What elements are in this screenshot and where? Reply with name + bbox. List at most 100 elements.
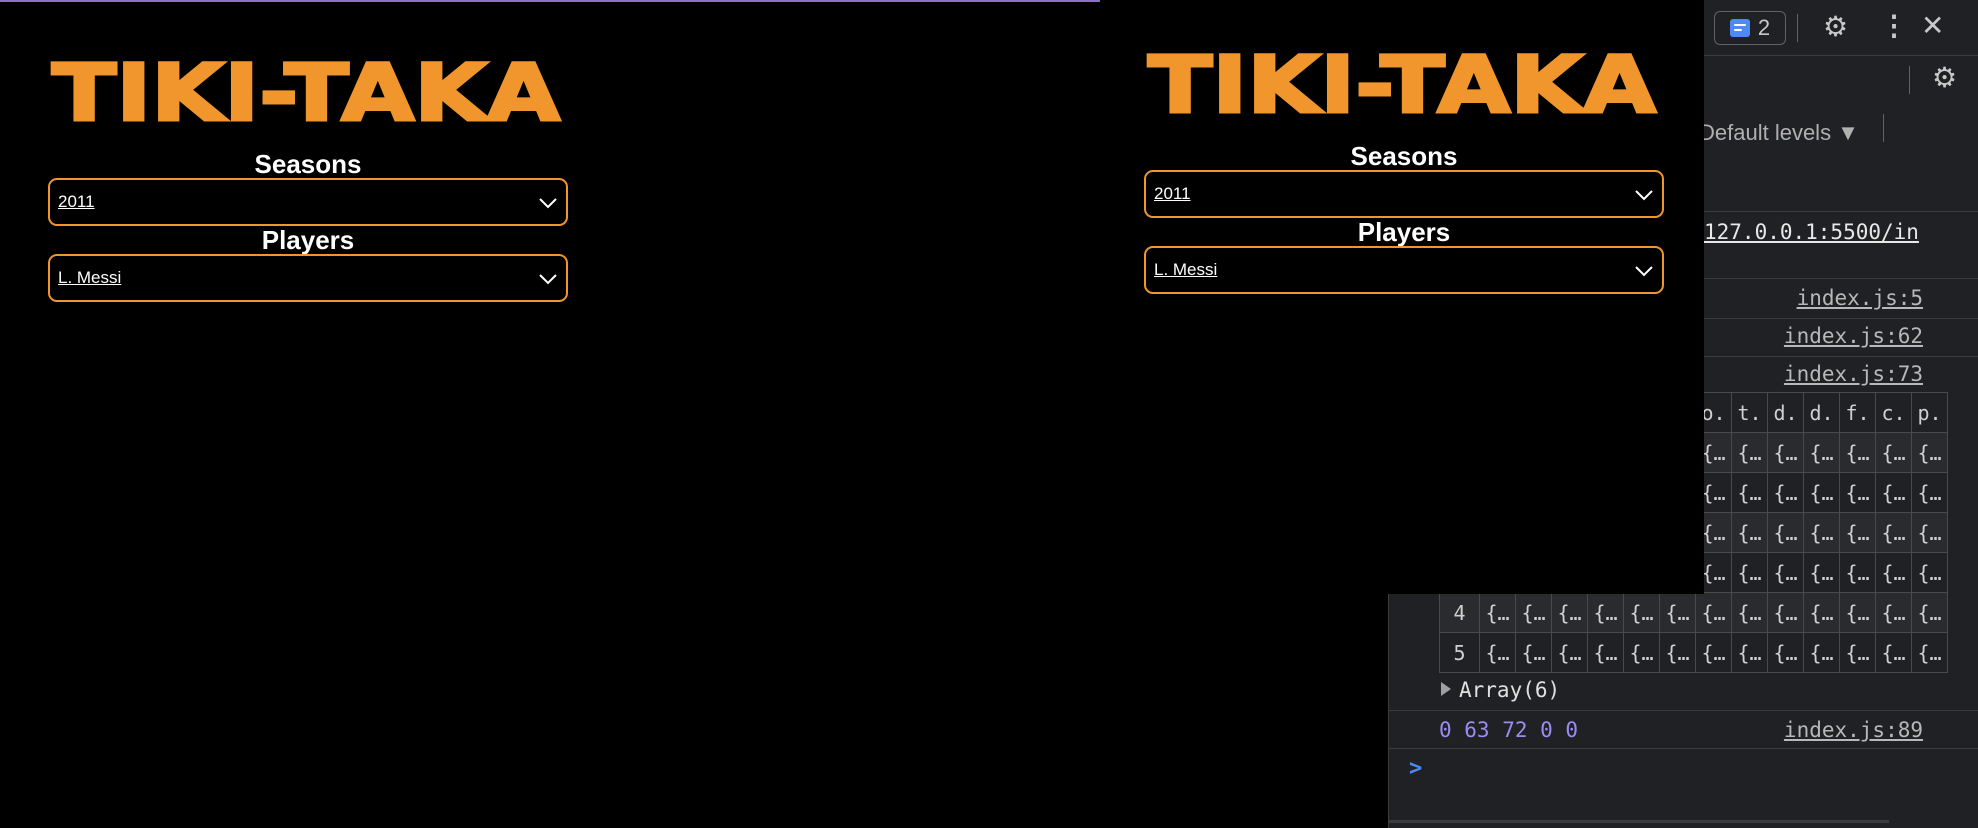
source-link[interactable]: index.js:62 xyxy=(1784,324,1923,348)
console-prompt-input[interactable]: > xyxy=(1409,756,1422,781)
console-row-divider xyxy=(1389,748,1978,749)
table-header: t. xyxy=(1731,392,1768,433)
player-select-value: L. Messi xyxy=(1154,260,1218,279)
log-levels-dropdown[interactable]: Default levels ▼ xyxy=(1699,120,1859,146)
table-cell: {… xyxy=(1875,552,1912,593)
table-cell: {… xyxy=(1839,552,1876,593)
console-url-link[interactable]: 127.0.0.1:5500/in xyxy=(1704,220,1919,244)
browser-top-accent-line xyxy=(0,0,1104,2)
table-cell: {… xyxy=(1803,552,1840,593)
table-header: d. xyxy=(1803,392,1840,433)
table-cell: {… xyxy=(1875,592,1912,633)
source-link[interactable]: index.js:89 xyxy=(1784,718,1923,742)
source-link[interactable]: index.js:73 xyxy=(1784,362,1923,386)
table-row: 4 {… {… {… {… {… {… {… {… {… {… {… {… {… xyxy=(1439,592,1948,633)
table-cell: {… xyxy=(1875,512,1912,553)
table-cell: {… xyxy=(1911,512,1948,553)
table-cell: {… xyxy=(1479,632,1516,673)
table-cell: {… xyxy=(1659,592,1696,633)
table-cell: {… xyxy=(1839,472,1876,513)
message-count: 2 xyxy=(1757,15,1771,40)
table-cell: {… xyxy=(1731,432,1768,473)
settings-gear-icon[interactable]: ⚙ xyxy=(1823,13,1848,41)
table-cell: {… xyxy=(1767,512,1804,553)
table-cell: {… xyxy=(1623,592,1660,633)
messages-badge-button[interactable]: 2 xyxy=(1714,11,1786,45)
logged-numbers: 0 63 72 0 0 xyxy=(1439,718,1579,742)
row-index: 4 xyxy=(1439,592,1480,633)
app-panel-left: TIKI-TAKA TIKI-TAKA Seasons 2011 Players… xyxy=(48,48,568,302)
array-toggle[interactable]: Array(6) xyxy=(1441,678,1560,702)
seasons-label: Seasons xyxy=(1350,141,1458,171)
svg-text:TIKI-TAKA: TIKI-TAKA xyxy=(1148,41,1656,124)
table-cell: {… xyxy=(1839,512,1876,553)
console-settings-gear-icon[interactable]: ⚙ xyxy=(1932,64,1957,92)
table-cell: {… xyxy=(1803,632,1840,673)
table-cell: {… xyxy=(1875,472,1912,513)
row-index: 5 xyxy=(1439,632,1480,673)
table-cell: {… xyxy=(1875,632,1912,673)
table-cell: {… xyxy=(1731,592,1768,633)
chevron-down-icon xyxy=(1635,266,1653,277)
table-cell: {… xyxy=(1839,632,1876,673)
player-select[interactable]: L. Messi xyxy=(1144,246,1664,294)
table-cell: {… xyxy=(1803,432,1840,473)
table-cell: {… xyxy=(1911,552,1948,593)
message-icon xyxy=(1729,19,1750,37)
tiki-taka-logo: TIKI-TAKA TIKI-TAKA xyxy=(1147,40,1665,124)
table-cell: {… xyxy=(1839,432,1876,473)
chevron-down-icon xyxy=(539,198,557,209)
chevron-down-icon xyxy=(1635,190,1653,201)
toolbar-divider xyxy=(1797,14,1798,42)
table-cell: {… xyxy=(1911,472,1948,513)
season-select[interactable]: 2011 xyxy=(48,178,568,226)
table-cell: {… xyxy=(1911,632,1948,673)
table-cell: {… xyxy=(1767,432,1804,473)
expand-triangle-icon xyxy=(1441,682,1451,696)
player-select-value: L. Messi xyxy=(58,268,122,287)
more-options-icon[interactable]: ⋮ xyxy=(1880,12,1908,40)
table-cell: {… xyxy=(1767,552,1804,593)
player-select[interactable]: L. Messi xyxy=(48,254,568,302)
source-link[interactable]: index.js:5 xyxy=(1797,286,1923,310)
table-cell: {… xyxy=(1803,472,1840,513)
season-select-value: 2011 xyxy=(1154,184,1191,203)
console-row-divider xyxy=(1389,710,1978,711)
table-cell: {… xyxy=(1659,632,1696,673)
table-header: f. xyxy=(1839,392,1876,433)
toolbar-divider xyxy=(1883,114,1884,142)
table-cell: {… xyxy=(1731,512,1768,553)
table-cell: {… xyxy=(1731,552,1768,593)
table-cell: {… xyxy=(1515,632,1552,673)
chevron-down-icon xyxy=(539,274,557,285)
seasons-label: Seasons xyxy=(254,149,362,179)
season-select-value: 2011 xyxy=(58,192,95,211)
table-cell: {… xyxy=(1551,632,1588,673)
svg-text:TIKI-TAKA: TIKI-TAKA xyxy=(52,49,560,132)
app-panel-right: TIKI-TAKA TIKI-TAKA Seasons 2011 Players… xyxy=(1144,40,1664,294)
table-cell: {… xyxy=(1911,432,1948,473)
table-cell: {… xyxy=(1803,592,1840,633)
table-header: d. xyxy=(1767,392,1804,433)
array-label: Array(6) xyxy=(1459,678,1561,702)
table-cell: {… xyxy=(1479,592,1516,633)
season-select[interactable]: 2011 xyxy=(1144,170,1664,218)
table-cell: {… xyxy=(1731,472,1768,513)
table-cell: {… xyxy=(1767,592,1804,633)
table-cell: {… xyxy=(1875,432,1912,473)
table-cell: {… xyxy=(1731,632,1768,673)
table-row: 5 {… {… {… {… {… {… {… {… {… {… {… {… {… xyxy=(1439,632,1948,673)
table-cell: {… xyxy=(1587,592,1624,633)
table-cell: {… xyxy=(1839,592,1876,633)
table-header: p. xyxy=(1911,392,1948,433)
table-cell: {… xyxy=(1767,472,1804,513)
table-cell: {… xyxy=(1803,512,1840,553)
table-cell: {… xyxy=(1623,632,1660,673)
table-cell: {… xyxy=(1551,592,1588,633)
close-devtools-icon[interactable]: ✕ xyxy=(1921,12,1944,40)
table-cell: {… xyxy=(1911,592,1948,633)
tiki-taka-logo: TIKI-TAKA TIKI-TAKA xyxy=(51,48,569,132)
console-bottom-border xyxy=(1389,820,1889,823)
table-cell: {… xyxy=(1587,632,1624,673)
table-cell: {… xyxy=(1515,592,1552,633)
